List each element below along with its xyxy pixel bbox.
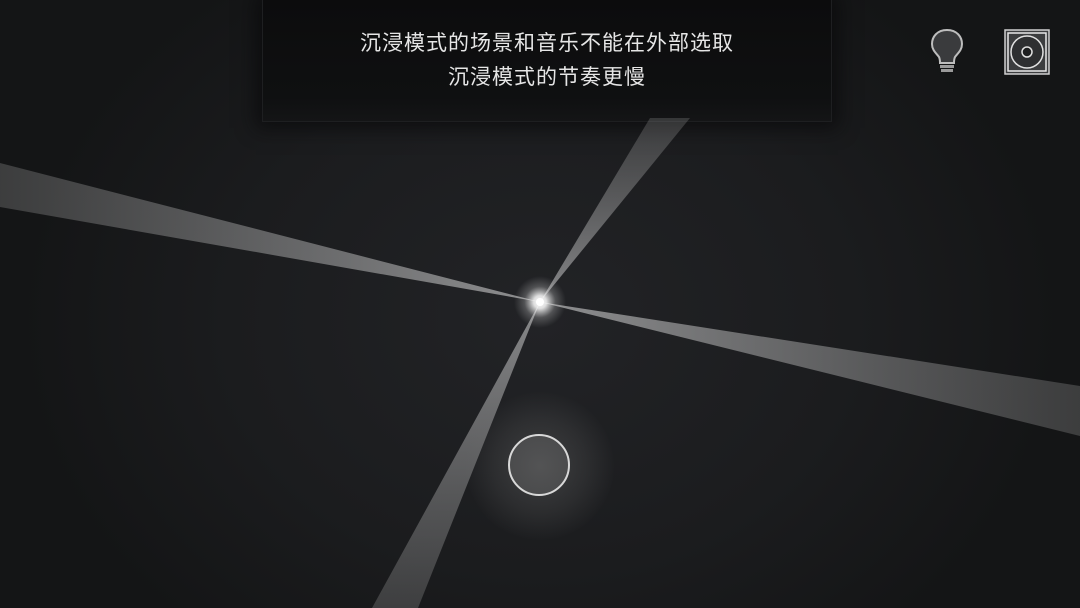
light-ray-up (540, 118, 690, 302)
message-line-1: 沉浸模式的场景和音乐不能在外部选取 (360, 31, 734, 55)
hint-button[interactable] (926, 26, 968, 76)
music-disc-icon (1004, 29, 1050, 75)
light-ray-right (540, 302, 1080, 436)
game-scene[interactable]: 沉浸模式的场景和音乐不能在外部选取 沉浸模式的节奏更慢 (0, 0, 1080, 608)
music-disc-button[interactable] (1001, 26, 1053, 78)
light-ray-left (0, 163, 540, 302)
message-line-2: 沉浸模式的节奏更慢 (448, 65, 646, 89)
star-core (536, 298, 544, 306)
touch-control[interactable] (508, 434, 570, 496)
lightbulb-icon (930, 28, 964, 72)
